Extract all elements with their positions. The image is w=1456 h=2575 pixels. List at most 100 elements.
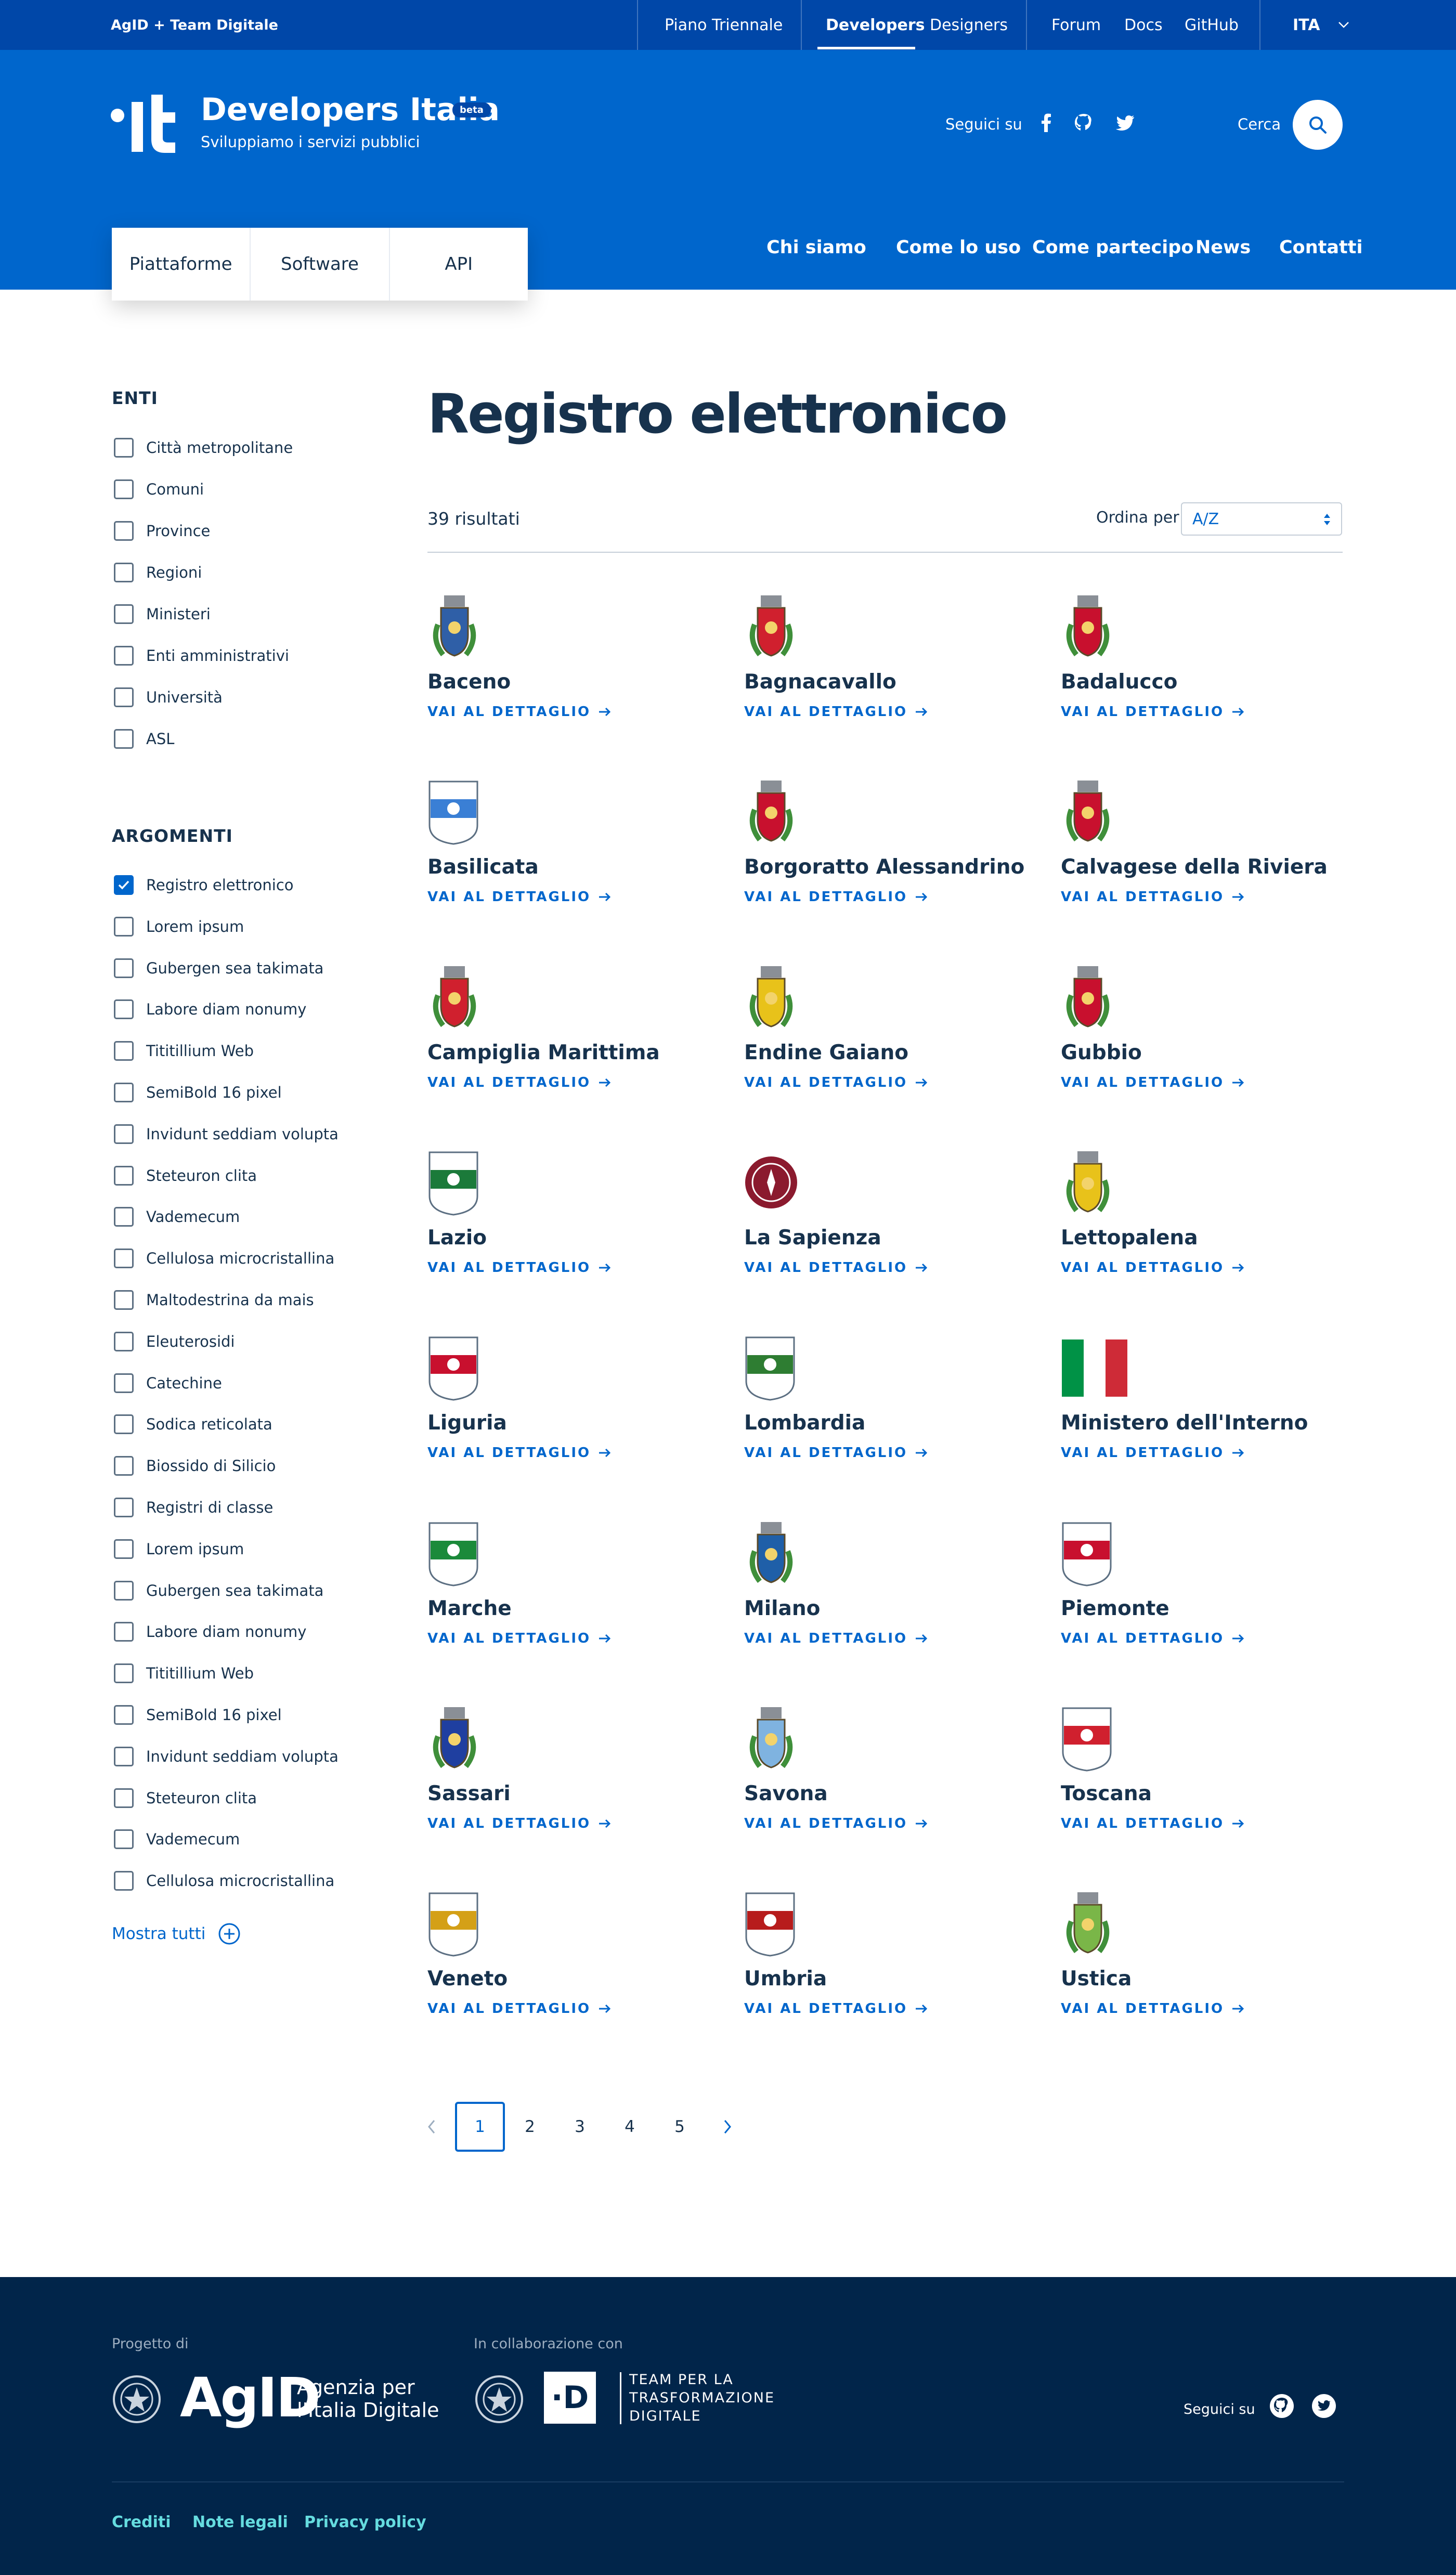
checkbox[interactable] [114, 1580, 134, 1601]
filter-checkbox-item[interactable]: Vademecum [114, 1206, 240, 1227]
checkbox[interactable] [114, 1456, 134, 1476]
result-card[interactable]: Lombardia VAI AL DETTAGLIO [744, 1334, 1035, 1480]
result-card[interactable]: Gubbio VAI AL DETTAGLIO [1061, 964, 1352, 1110]
result-name[interactable]: Lazio [427, 1226, 487, 1250]
detail-link[interactable]: VAI AL DETTAGLIO [427, 1260, 612, 1276]
result-card[interactable]: Toscana VAI AL DETTAGLIO [1061, 1705, 1352, 1851]
filter-checkbox-item[interactable]: Comuni [114, 479, 204, 500]
detail-link[interactable]: VAI AL DETTAGLIO [1061, 704, 1245, 720]
result-name[interactable]: Ministero dell'Interno [1061, 1411, 1308, 1435]
result-card[interactable]: Endine Gaiano VAI AL DETTAGLIO [744, 964, 1035, 1110]
filter-checkbox-item[interactable]: Invidunt seddiam volupta [114, 1746, 339, 1767]
checkbox[interactable] [114, 563, 134, 582]
detail-link[interactable]: VAI AL DETTAGLIO [1061, 2001, 1245, 2017]
result-name[interactable]: Savona [744, 1782, 828, 1805]
result-card[interactable]: Campiglia Marittima VAI AL DETTAGLIO [427, 964, 719, 1110]
toplink-forum[interactable]: Forum [1051, 0, 1101, 50]
result-card[interactable]: Ustica VAI AL DETTAGLIO [1061, 1890, 1352, 2036]
checkbox[interactable] [114, 687, 134, 707]
result-name[interactable]: Liguria [427, 1411, 507, 1435]
checkbox-checked[interactable] [114, 875, 134, 895]
checkbox[interactable] [114, 1539, 134, 1559]
pagination-page[interactable]: 2 [505, 2102, 555, 2152]
checkbox[interactable] [114, 1622, 134, 1642]
filter-checkbox-item[interactable]: Cellulosa microcristallina [114, 1870, 334, 1891]
filter-checkbox-item[interactable]: Invidunt seddiam volupta [114, 1124, 339, 1145]
filter-checkbox-item[interactable]: Labore diam nonumy [114, 999, 306, 1020]
result-card[interactable]: Liguria VAI AL DETTAGLIO [427, 1334, 719, 1480]
filter-checkbox-item[interactable]: SemiBold 16 pixel [114, 1082, 282, 1103]
filter-checkbox-item[interactable]: Lorem ipsum [114, 1539, 244, 1559]
toplink-piano-triennale[interactable]: Piano Triennale [665, 0, 783, 50]
checkbox[interactable] [114, 1124, 134, 1144]
result-name[interactable]: Badalucco [1061, 670, 1177, 694]
detail-link[interactable]: VAI AL DETTAGLIO [1061, 1631, 1245, 1646]
detail-link[interactable]: VAI AL DETTAGLIO [1061, 1445, 1245, 1461]
checkbox[interactable] [114, 1249, 134, 1269]
filter-checkbox-item[interactable]: Tititillium Web [114, 1041, 254, 1061]
checkbox[interactable] [114, 958, 134, 978]
filter-checkbox-item[interactable]: Sodica reticolata [114, 1414, 272, 1435]
result-name[interactable]: La Sapienza [744, 1226, 881, 1250]
result-card[interactable]: Veneto VAI AL DETTAGLIO [427, 1890, 719, 2036]
pagination-prev[interactable] [411, 2102, 452, 2152]
result-card[interactable]: Baceno VAI AL DETTAGLIO [427, 593, 719, 739]
nav-contatti[interactable]: Contatti [1279, 237, 1362, 268]
tab-piattaforme[interactable]: Piattaforme [112, 228, 251, 301]
result-card[interactable]: Marche VAI AL DETTAGLIO [427, 1520, 719, 1666]
result-name[interactable]: Toscana [1061, 1782, 1152, 1805]
detail-link[interactable]: VAI AL DETTAGLIO [1061, 1075, 1245, 1090]
checkbox[interactable] [114, 1331, 134, 1351]
result-card[interactable]: Umbria VAI AL DETTAGLIO [744, 1890, 1035, 2036]
footer-link-privacy-policy[interactable]: Privacy policy [304, 2513, 426, 2531]
checkbox[interactable] [114, 1663, 134, 1684]
result-card[interactable]: Savona VAI AL DETTAGLIO [744, 1705, 1035, 1851]
result-name[interactable]: Ustica [1061, 1967, 1132, 1991]
detail-link[interactable]: VAI AL DETTAGLIO [427, 1445, 612, 1461]
result-card[interactable]: Borgoratto Alessandrino VAI AL DETTAGLIO [744, 778, 1035, 924]
language-selector[interactable]: ITA [1293, 0, 1349, 50]
result-card[interactable]: Milano VAI AL DETTAGLIO [744, 1520, 1035, 1666]
result-name[interactable]: Bagnacavallo [744, 670, 896, 694]
filter-checkbox-item[interactable]: Eleuterosidi [114, 1331, 235, 1352]
checkbox[interactable] [114, 646, 134, 666]
result-name[interactable]: Borgoratto Alessandrino [744, 855, 1024, 879]
detail-link[interactable]: VAI AL DETTAGLIO [427, 1075, 612, 1090]
result-card[interactable]: Bagnacavallo VAI AL DETTAGLIO [744, 593, 1035, 739]
github-icon[interactable] [1269, 2394, 1294, 2418]
filter-checkbox-item[interactable]: Cellulosa microcristallina [114, 1248, 334, 1269]
result-name[interactable]: Lombardia [744, 1411, 865, 1435]
twitter-icon[interactable] [1311, 2394, 1336, 2418]
search-button[interactable] [1293, 100, 1343, 150]
detail-link[interactable]: VAI AL DETTAGLIO [744, 1075, 928, 1090]
checkbox[interactable] [114, 916, 134, 937]
detail-link[interactable]: VAI AL DETTAGLIO [1061, 889, 1245, 905]
detail-link[interactable]: VAI AL DETTAGLIO [744, 704, 928, 720]
filter-checkbox-item[interactable]: Gubergen sea takimata [114, 1580, 323, 1601]
filter-checkbox-item[interactable]: Regioni [114, 562, 202, 583]
result-name[interactable]: Lettopalena [1061, 1226, 1198, 1250]
result-name[interactable]: Basilicata [427, 855, 539, 879]
filter-checkbox-item[interactable]: Steteuron clita [114, 1788, 257, 1809]
order-select[interactable]: A/Z [1181, 502, 1342, 536]
result-name[interactable]: Campiglia Marittima [427, 1041, 660, 1064]
pagination-page[interactable]: 1 [455, 2102, 505, 2152]
detail-link[interactable]: VAI AL DETTAGLIO [427, 889, 612, 905]
filter-checkbox-item[interactable]: Registri di classe [114, 1497, 273, 1518]
detail-link[interactable]: VAI AL DETTAGLIO [744, 1816, 928, 1831]
result-card[interactable]: Lazio VAI AL DETTAGLIO [427, 1149, 719, 1295]
filter-checkbox-item[interactable]: Catechine [114, 1373, 222, 1394]
filter-checkbox-item[interactable]: Province [114, 521, 210, 541]
filter-checkbox-item[interactable]: Registro elettronico [114, 875, 294, 895]
detail-link[interactable]: VAI AL DETTAGLIO [744, 1631, 928, 1646]
result-card[interactable]: Piemonte VAI AL DETTAGLIO [1061, 1520, 1352, 1666]
filter-checkbox-item[interactable]: Labore diam nonumy [114, 1621, 306, 1642]
developers-italia-logo-icon[interactable] [111, 95, 178, 153]
footer-link-note-legali[interactable]: Note legali [192, 2513, 288, 2531]
detail-link[interactable]: VAI AL DETTAGLIO [427, 2001, 612, 2017]
filter-checkbox-item[interactable]: Tititillium Web [114, 1663, 254, 1684]
tab-api[interactable]: API [390, 228, 528, 301]
result-name[interactable]: Gubbio [1061, 1041, 1142, 1064]
filter-checkbox-item[interactable]: Biossido di Silicio [114, 1455, 276, 1476]
checkbox[interactable] [114, 604, 134, 624]
